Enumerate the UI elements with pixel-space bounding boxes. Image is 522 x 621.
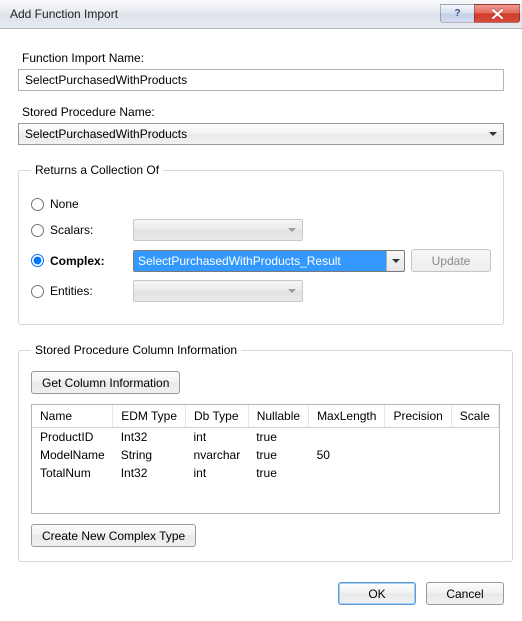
radio-entities-label: Entities:: [50, 284, 93, 298]
chevron-down-icon: [288, 289, 296, 293]
column-info-table: Name EDM Type Db Type Nullable MaxLength…: [32, 405, 499, 482]
stored-procedure-name-select[interactable]: SelectPurchasedWithProducts: [18, 123, 504, 145]
radio-scalars-input[interactable]: [31, 224, 44, 237]
col-scale: Scale: [451, 405, 498, 428]
complex-combo[interactable]: SelectPurchasedWithProducts_Result: [133, 250, 405, 272]
titlebar: Add Function Import ?: [0, 0, 522, 29]
ok-button[interactable]: OK: [338, 582, 416, 605]
radio-none[interactable]: None: [31, 197, 127, 211]
col-dbtype: Db Type: [186, 405, 249, 428]
function-import-name-input[interactable]: [18, 69, 504, 91]
chevron-down-icon: [489, 132, 497, 136]
radio-none-input[interactable]: [31, 198, 44, 211]
col-edmtype: EDM Type: [113, 405, 186, 428]
table-row: TotalNum Int32 int true: [32, 464, 498, 482]
column-info-table-wrap: Name EDM Type Db Type Nullable MaxLength…: [31, 404, 500, 514]
help-button[interactable]: ?: [440, 4, 474, 23]
help-icon: ?: [454, 9, 460, 19]
table-body: ProductID Int32 int true ModelName Strin…: [32, 428, 498, 483]
radio-complex[interactable]: Complex:: [31, 254, 127, 268]
radio-none-label: None: [50, 197, 79, 211]
sp-column-info-legend: Stored Procedure Column Information: [31, 343, 241, 357]
returns-collection-group: Returns a Collection Of None Scalars: Co…: [18, 163, 504, 325]
col-maxlength: MaxLength: [309, 405, 385, 428]
radio-entities[interactable]: Entities:: [31, 284, 127, 298]
col-precision: Precision: [385, 405, 451, 428]
dialog-buttons: OK Cancel: [18, 582, 504, 605]
table-header-row: Name EDM Type Db Type Nullable MaxLength…: [32, 405, 498, 428]
complex-combo-value: SelectPurchasedWithProducts_Result: [134, 251, 386, 271]
radio-scalars[interactable]: Scalars:: [31, 223, 127, 237]
col-nullable: Nullable: [248, 405, 308, 428]
window-title: Add Function Import: [10, 7, 440, 21]
close-button[interactable]: [474, 4, 520, 23]
get-column-info-button[interactable]: Get Column Information: [31, 371, 180, 394]
scalars-combo: [133, 219, 303, 241]
radio-entities-input[interactable]: [31, 285, 44, 298]
complex-combo-dropdown[interactable]: [386, 251, 404, 271]
stored-procedure-name-label: Stored Procedure Name:: [22, 105, 504, 119]
cancel-button[interactable]: Cancel: [426, 582, 504, 605]
radio-complex-input[interactable]: [31, 254, 44, 267]
close-icon: [492, 9, 503, 19]
function-import-name-label: Function Import Name:: [22, 51, 504, 65]
table-row: ProductID Int32 int true: [32, 428, 498, 447]
chevron-down-icon: [392, 259, 400, 263]
radio-scalars-label: Scalars:: [50, 223, 93, 237]
radio-complex-label: Complex:: [50, 254, 105, 268]
entities-combo: [133, 280, 303, 302]
chevron-down-icon: [288, 228, 296, 232]
returns-collection-legend: Returns a Collection Of: [31, 163, 163, 177]
titlebar-buttons: ?: [440, 5, 520, 23]
col-name: Name: [32, 405, 113, 428]
update-button: Update: [411, 249, 491, 272]
sp-column-info-group: Stored Procedure Column Information Get …: [18, 343, 513, 562]
stored-procedure-name-value: SelectPurchasedWithProducts: [25, 127, 187, 141]
table-row: ModelName String nvarchar true 50: [32, 446, 498, 464]
create-new-complex-type-button[interactable]: Create New Complex Type: [31, 524, 196, 547]
dialog-client: Function Import Name: Stored Procedure N…: [0, 29, 522, 619]
